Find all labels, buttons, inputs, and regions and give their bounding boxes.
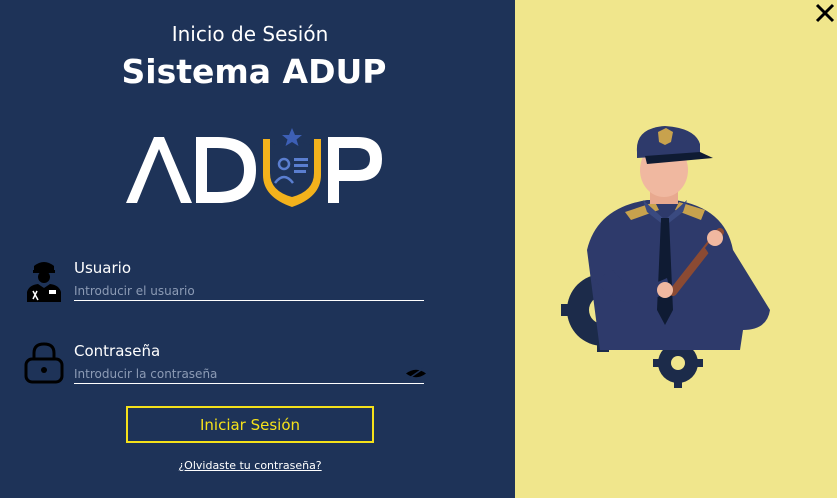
forgot-password-link[interactable]: ¿Olvidaste tu contraseña? xyxy=(0,459,500,472)
eye-hidden-icon[interactable] xyxy=(405,367,427,380)
password-input[interactable] xyxy=(74,364,424,384)
login-button[interactable]: Iniciar Sesión xyxy=(126,406,374,443)
username-input[interactable] xyxy=(74,281,424,301)
page-subtitle: Inicio de Sesión xyxy=(171,22,329,46)
security-guard-illustration xyxy=(561,126,770,388)
page-title: Sistema ADUP xyxy=(121,52,387,91)
police-officer-icon xyxy=(27,262,61,302)
adup-logo xyxy=(126,128,382,207)
password-label: Contraseña xyxy=(74,342,161,360)
close-icon[interactable] xyxy=(814,2,836,24)
lock-icon xyxy=(24,342,64,384)
username-label: Usuario xyxy=(74,259,132,277)
login-panel: Inicio de Sesión Sistema ADUP Usuario Co… xyxy=(0,0,515,498)
